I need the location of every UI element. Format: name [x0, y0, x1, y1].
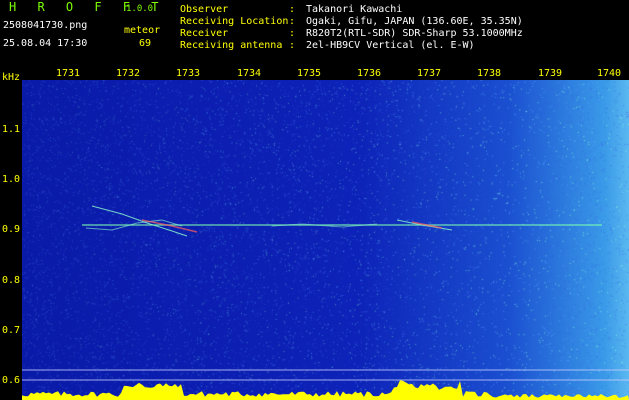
frequency-tick: 1.1: [2, 124, 21, 135]
observer-colon: :: [289, 4, 296, 15]
observer-label: Observer: [180, 4, 229, 15]
header-panel: H R O F F T 1.0.0 2508041730.png 25.08.0…: [0, 0, 629, 68]
location-colon: :: [289, 16, 296, 27]
signal-level-floor: [22, 380, 629, 400]
frequency-tick: 0.9: [2, 224, 21, 235]
location-label: Receiving Location: [180, 16, 289, 27]
time-tick: 1739: [537, 68, 563, 79]
time-tick: 1732: [115, 68, 141, 79]
meteor-echo: [91, 205, 188, 237]
app-version: 1.0.0: [126, 4, 154, 14]
spectrogram-panel: [22, 80, 629, 400]
time-tick: 1738: [476, 68, 502, 79]
receiver-label: Receiver: [180, 28, 229, 39]
frequency-tick: 0.8: [2, 275, 21, 286]
meteor-count: 69: [139, 38, 152, 49]
meteor-label: meteor: [124, 25, 161, 36]
spectrogram-overlay: [22, 205, 629, 400]
location-value: Ogaki, Gifu, JAPAN (136.60E, 35.35N): [306, 16, 523, 27]
frequency-tick: 1.0: [2, 174, 21, 185]
capture-timestamp: 25.08.04 17:30: [3, 38, 88, 49]
time-tick: 1736: [356, 68, 382, 79]
antenna-label: Receiving antenna: [180, 40, 283, 51]
time-tick: 1740: [596, 68, 622, 79]
receiver-colon: :: [289, 28, 296, 39]
frequency-tick: 0.6: [2, 375, 21, 386]
antenna-colon: :: [289, 40, 296, 51]
time-tick: 1735: [296, 68, 322, 79]
frequency-unit: kHz: [2, 72, 21, 83]
image-filename: 2508041730.png: [3, 20, 88, 31]
time-tick: 1733: [175, 68, 201, 79]
frequency-tick: 0.7: [2, 325, 21, 336]
time-tick: 1731: [55, 68, 81, 79]
observer-value: Takanori Kawachi: [306, 4, 403, 15]
time-tick: 1737: [416, 68, 442, 79]
receiver-value: R820T2(RTL-SDR) SDR-Sharp 53.1000MHz: [306, 28, 523, 39]
antenna-value: 2el-HB9CV Vertical (el. E-W): [306, 40, 475, 51]
time-tick: 1734: [236, 68, 262, 79]
